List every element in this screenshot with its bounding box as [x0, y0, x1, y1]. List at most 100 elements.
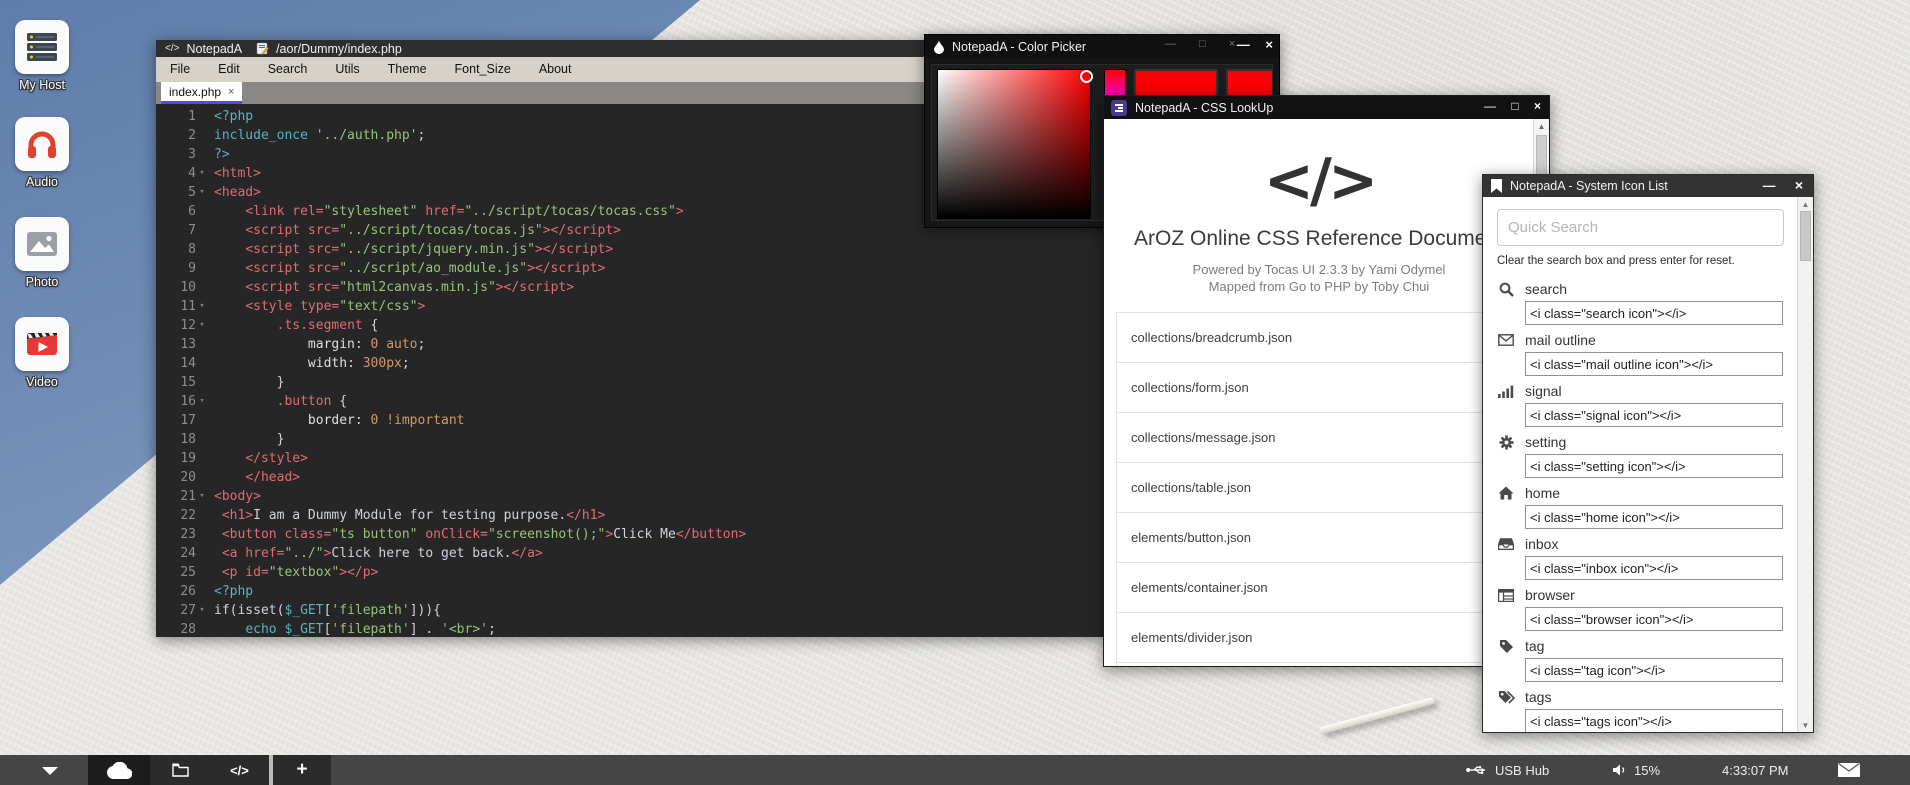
- code-line: 23 <button class="ts button" onClick="sc…: [156, 525, 1106, 544]
- maximize-button[interactable]: □: [1511, 99, 1518, 113]
- icon-name: mail outline: [1525, 332, 1596, 348]
- line-number: 2: [156, 126, 196, 145]
- scrollbar-thumb[interactable]: [1800, 211, 1811, 261]
- taskbar-app-files[interactable]: [150, 755, 210, 785]
- code-text: <p id="textbox"></p>: [214, 563, 378, 582]
- code-line: 28 echo $_GET['filepath'] . '<br>';: [156, 620, 1106, 639]
- code-line: 27▾if(isset($_GET['filepath'])){: [156, 601, 1106, 620]
- desktop-icon-video[interactable]: Video: [2, 317, 82, 389]
- icon-code-input[interactable]: [1525, 505, 1783, 529]
- icon-list-item: signal: [1497, 382, 1784, 427]
- icon-code-input[interactable]: [1525, 709, 1783, 732]
- icon-name: tags: [1525, 689, 1551, 705]
- fold-marker-icon[interactable]: ▾: [196, 183, 208, 202]
- code-text: </head>: [214, 468, 300, 487]
- desktop-icon-my-host[interactable]: My Host: [2, 20, 82, 92]
- menu-item-utils[interactable]: Utils: [321, 57, 373, 82]
- code-text: <body>: [214, 487, 261, 506]
- icon-list-item: search: [1497, 280, 1784, 325]
- icon-list-item: setting: [1497, 433, 1784, 478]
- fold-marker-icon[interactable]: ▾: [196, 316, 208, 335]
- home-icon: [1497, 486, 1515, 500]
- code-line: 20 </head>: [156, 468, 1106, 487]
- tray-usb[interactable]: USB Hub: [1466, 755, 1549, 785]
- code-text: echo $_GET['filepath'] . '<br>';: [214, 620, 496, 639]
- list-item[interactable]: elements/container.json: [1117, 562, 1523, 612]
- line-number: 28: [156, 620, 196, 639]
- menu-item-file[interactable]: File: [156, 57, 204, 82]
- icon-code-input[interactable]: [1525, 607, 1783, 631]
- fold-spacer: [196, 411, 208, 430]
- line-number: 7: [156, 221, 196, 240]
- close-button[interactable]: ×: [1534, 99, 1541, 113]
- saturation-value-square[interactable]: [937, 69, 1091, 219]
- fold-marker-icon[interactable]: ▾: [196, 164, 208, 183]
- desktop-icon-label: Photo: [2, 275, 82, 289]
- icon-code-input[interactable]: [1525, 301, 1783, 325]
- list-item[interactable]: collections/form.json: [1117, 362, 1523, 412]
- code-text: <script src="../script/jquery.min.js"></…: [214, 240, 613, 259]
- minimize-button[interactable]: —: [1237, 37, 1250, 52]
- line-number: 11: [156, 297, 196, 316]
- close-button[interactable]: ×: [1795, 177, 1803, 193]
- css-lookup-titlebar[interactable]: NotepadA - CSS LookUp — □ ×: [1104, 96, 1549, 119]
- menu-item-theme[interactable]: Theme: [374, 57, 441, 82]
- icon-list-scrollbar[interactable]: ▲ ▼: [1797, 197, 1813, 732]
- line-number: 8: [156, 240, 196, 259]
- icon-list-item-header: search: [1497, 280, 1784, 298]
- taskbar-add-button[interactable]: +: [273, 755, 331, 785]
- taskbar: </> + USB Hub 15% 4:33:07 PM: [0, 755, 1910, 785]
- fold-marker-icon[interactable]: ▾: [196, 487, 208, 506]
- minimize-button[interactable]: —: [1484, 99, 1496, 113]
- chevron-down-icon[interactable]: [42, 767, 58, 775]
- fold-spacer: [196, 354, 208, 373]
- code-text: <?php: [214, 582, 253, 601]
- icon-code-input[interactable]: [1525, 403, 1783, 427]
- icon-code-input[interactable]: [1525, 556, 1783, 580]
- taskbar-app-cloud[interactable]: [88, 755, 150, 785]
- icon-code-input[interactable]: [1525, 658, 1783, 682]
- code-line: 11▾ <style type="text/css">: [156, 297, 1106, 316]
- menu-item-about[interactable]: About: [525, 57, 586, 82]
- minimize-button[interactable]: —: [1763, 179, 1776, 193]
- list-item[interactable]: collections/table.json: [1117, 462, 1523, 512]
- fold-spacer: [196, 221, 208, 240]
- fold-marker-icon[interactable]: ▾: [196, 297, 208, 316]
- menu-item-font-size[interactable]: Font_Size: [441, 57, 525, 82]
- scroll-up-icon[interactable]: ▲: [1798, 197, 1813, 209]
- desktop-icon-audio[interactable]: Audio: [2, 117, 82, 189]
- fold-marker-icon[interactable]: ▾: [196, 601, 208, 620]
- desktop-icon-photo[interactable]: Photo: [2, 217, 82, 289]
- tag-icon: [1497, 639, 1515, 654]
- menu-item-edit[interactable]: Edit: [204, 57, 254, 82]
- menu-item-search[interactable]: Search: [254, 57, 322, 82]
- close-button[interactable]: ×: [1265, 37, 1273, 52]
- taskbar-app-code[interactable]: </>: [210, 755, 269, 785]
- quick-search-input[interactable]: [1497, 209, 1784, 246]
- tray-volume[interactable]: 15%: [1612, 755, 1660, 785]
- icon-code-input[interactable]: [1525, 352, 1783, 376]
- list-item[interactable]: elements/divider.json: [1117, 612, 1523, 662]
- line-number: 9: [156, 259, 196, 278]
- code-text: <script src="html2canvas.min.js"></scrip…: [214, 278, 574, 297]
- color-picker-titlebar[interactable]: NotepadA - Color Picker — □ × — ×: [925, 35, 1279, 58]
- line-number: 14: [156, 354, 196, 373]
- icon-code-input[interactable]: [1525, 454, 1783, 478]
- code-line: 24 <a href="../">Click here to get back.…: [156, 544, 1106, 563]
- color-cursor[interactable]: [1080, 70, 1093, 83]
- icon-list-item-header: mail outline: [1497, 331, 1784, 349]
- tab-close-icon[interactable]: ×: [228, 86, 234, 98]
- list-item[interactable]: collections/breadcrumb.json: [1117, 313, 1523, 362]
- icon-list-titlebar[interactable]: NotepadA - System Icon List — ×: [1483, 175, 1813, 197]
- fold-spacer: [196, 525, 208, 544]
- tray-messages[interactable]: [1838, 755, 1860, 785]
- code-text: ?>: [214, 145, 230, 164]
- scroll-down-icon[interactable]: ▼: [1798, 721, 1813, 730]
- list-item[interactable]: elements/button.json: [1117, 512, 1523, 562]
- scroll-up-icon[interactable]: ▲: [1534, 119, 1549, 131]
- tray-clock[interactable]: 4:33:07 PM: [1722, 755, 1789, 785]
- clock-label: 4:33:07 PM: [1722, 763, 1789, 778]
- list-item[interactable]: collections/message.json: [1117, 412, 1523, 462]
- tab-index-php[interactable]: index.php ×: [161, 82, 242, 104]
- fold-marker-icon[interactable]: ▾: [196, 392, 208, 411]
